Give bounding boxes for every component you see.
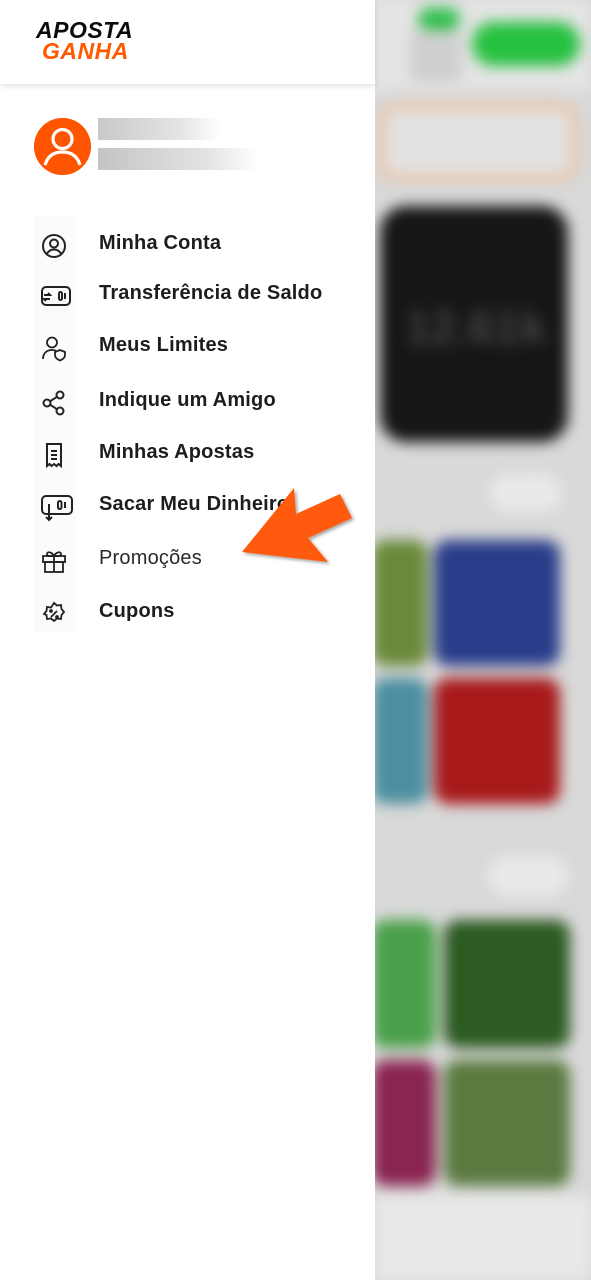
menu-item-transferencia-de-saldo[interactable]: Transferência de Saldo bbox=[34, 272, 354, 316]
background-chip bbox=[488, 856, 568, 896]
menu-item-minhas-apostas[interactable]: Minhas Apostas bbox=[34, 431, 354, 475]
menu-item-label: Indique um Amigo bbox=[99, 389, 276, 411]
logo-text-ganha: GANHA bbox=[42, 38, 129, 64]
background-badge bbox=[418, 8, 460, 30]
withdraw-icon bbox=[40, 493, 73, 522]
side-drawer: APOSTA GANHA Minha Conta Transferência d… bbox=[0, 0, 375, 1280]
avatar-icon[interactable] bbox=[34, 118, 91, 175]
menu-item-label: Transferência de Saldo bbox=[99, 282, 323, 304]
menu-item-label: Minha Conta bbox=[99, 232, 222, 254]
background-game-tile bbox=[434, 678, 560, 804]
share-icon bbox=[40, 389, 68, 417]
coupon-icon bbox=[40, 600, 68, 628]
background-balance-text: 12.61k bbox=[405, 301, 546, 353]
drawer-header: APOSTA GANHA bbox=[0, 0, 375, 84]
menu-item-label: Meus Limites bbox=[99, 334, 229, 356]
background-game-tile bbox=[372, 920, 436, 1048]
menu-item-minha-conta[interactable]: Minha Conta bbox=[34, 222, 354, 266]
background-bottom-nav bbox=[375, 1195, 591, 1280]
menu-item-indique-um-amigo[interactable]: Indique um Amigo bbox=[34, 379, 354, 423]
receipt-icon bbox=[40, 441, 68, 469]
gift-icon bbox=[40, 547, 68, 575]
background-game-tile bbox=[434, 540, 560, 666]
account-circle-icon bbox=[40, 232, 68, 260]
background-game-tile bbox=[372, 678, 428, 804]
menu-item-cupons[interactable]: Cupons bbox=[34, 590, 354, 634]
menu-item-meus-limites[interactable]: Meus Limites bbox=[34, 324, 354, 368]
balance-transfer-icon bbox=[40, 282, 71, 310]
user-id-redacted bbox=[98, 148, 258, 170]
background-button bbox=[410, 30, 462, 82]
background-game-tile bbox=[444, 1060, 570, 1186]
menu-item-label: Minhas Apostas bbox=[99, 441, 255, 463]
user-name-redacted bbox=[98, 118, 220, 140]
background-deposit-button bbox=[472, 22, 580, 66]
annotation-arrow-icon bbox=[230, 482, 360, 572]
menu-item-label: Promoções bbox=[99, 547, 202, 569]
user-profile[interactable] bbox=[34, 118, 334, 178]
background-search-box bbox=[380, 104, 576, 180]
background-chip bbox=[490, 474, 562, 512]
background-game-tile bbox=[444, 920, 570, 1048]
background-game-tile bbox=[372, 1060, 436, 1186]
brand-logo[interactable]: APOSTA GANHA bbox=[36, 19, 156, 65]
background-game-tile bbox=[372, 540, 428, 666]
menu-item-label: Cupons bbox=[99, 600, 175, 622]
user-limits-icon bbox=[40, 334, 68, 362]
